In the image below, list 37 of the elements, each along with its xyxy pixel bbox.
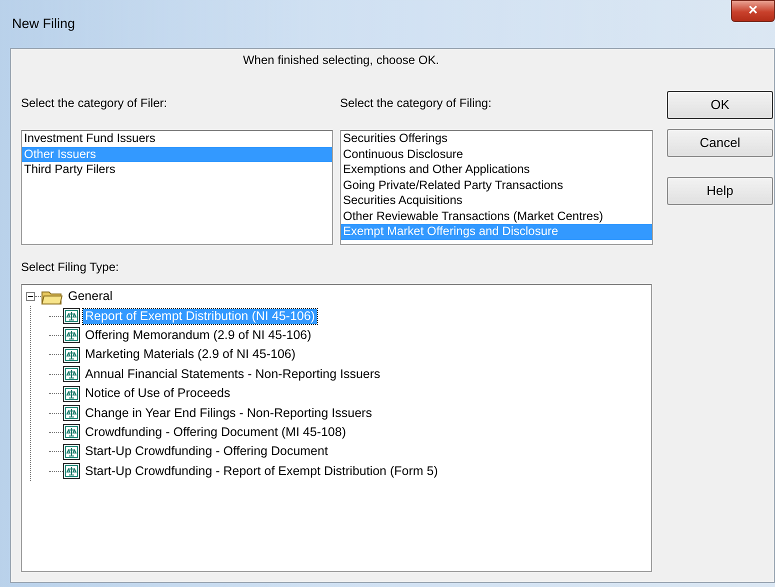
tree-item[interactable]: Change in Year End Filings - Non-Reporting Issuers — [83, 406, 374, 421]
list-item[interactable]: Third Party Filers — [22, 162, 332, 178]
document-icon — [63, 327, 80, 344]
document-icon — [63, 405, 80, 422]
list-item[interactable]: Investment Fund Issuers — [22, 131, 332, 146]
document-icon — [63, 346, 80, 363]
tree-item[interactable]: General — [66, 289, 114, 304]
document-icon — [63, 444, 80, 460]
folder-icon — [41, 288, 63, 305]
document-icon — [63, 463, 80, 480]
filer-label: Select the category of Filer: — [21, 96, 168, 110]
filing-type-label: Select Filing Type: — [21, 260, 119, 274]
dialog-button[interactable]: OK — [667, 91, 773, 119]
list-item[interactable]: Other Reviewable Transactions (Market Centres) — [341, 208, 652, 224]
dialog-button[interactable]: Cancel — [667, 129, 773, 157]
list-item[interactable]: Securities Offerings — [341, 131, 652, 146]
list-item[interactable]: Continuous Disclosure — [341, 146, 652, 162]
close-button[interactable]: × — [731, 0, 775, 22]
list-item[interactable]: Securities Acquisitions — [341, 193, 652, 208]
list-item[interactable]: Going Private/Related Party Transactions — [341, 178, 652, 193]
instruction-text: When finished selecting, choose OK. — [242, 52, 440, 69]
dialog-button[interactable]: Help — [667, 177, 773, 205]
document-icon — [63, 386, 80, 402]
tree-item[interactable]: Notice of Use of Proceeds — [83, 386, 232, 402]
collapse-icon[interactable] — [26, 292, 35, 302]
tree-item[interactable]: Marketing Materials (2.9 of NI 45-106) — [83, 347, 298, 362]
tree-item[interactable]: Start-Up Crowdfunding - Offering Document — [83, 444, 330, 460]
document-icon — [63, 366, 80, 382]
tree-item[interactable]: Crowdfunding - Offering Document (MI 45-108) — [83, 424, 348, 440]
tree-item[interactable]: Start-Up Crowdfunding - Report of Exempt Distribution (Form 5) — [83, 464, 440, 479]
document-icon — [63, 424, 80, 440]
tree-item[interactable]: Annual Financial Statements - Non-Reporting Issuers — [83, 366, 382, 382]
tree-item[interactable]: Offering Memorandum (2.9 of NI 45-106) — [83, 328, 314, 343]
filing-label: Select the category of Filing: — [340, 96, 492, 110]
document-icon — [63, 308, 80, 324]
list-item[interactable]: Exemptions and Other Applications — [341, 162, 652, 178]
window-title: New Filing — [11, 14, 76, 33]
